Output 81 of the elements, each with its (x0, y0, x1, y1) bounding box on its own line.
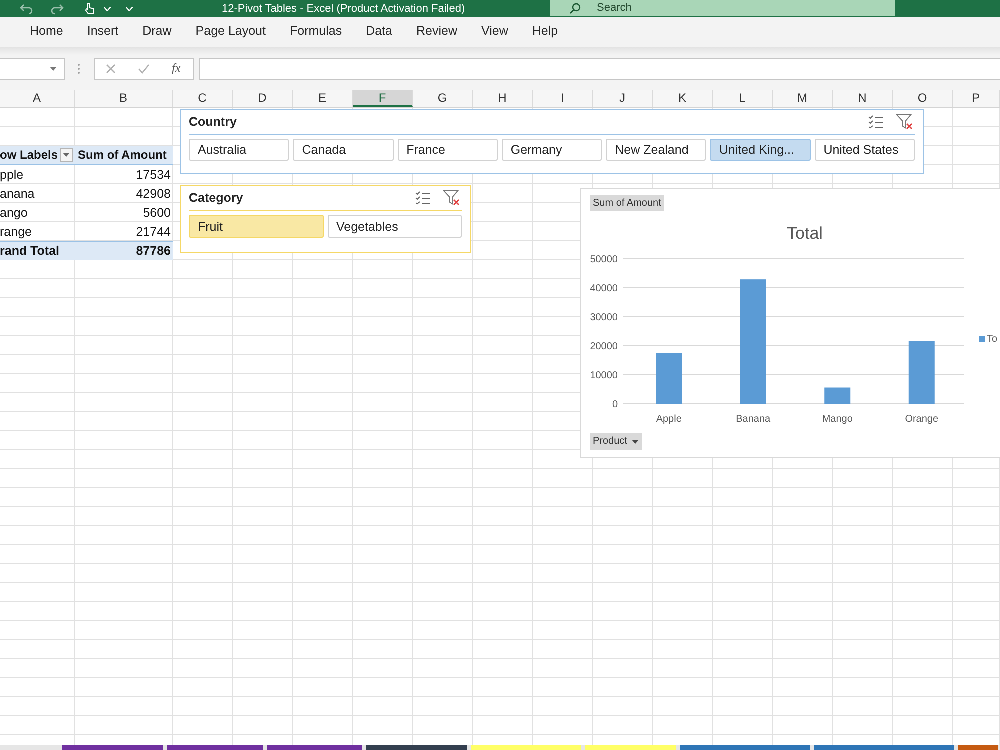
row-label: range (0, 224, 33, 238)
filter-clear-icon[interactable] (896, 114, 913, 130)
column-header[interactable]: J (593, 90, 653, 107)
column-header: Sum of Amount (77, 148, 168, 162)
chart-title: Total (787, 224, 823, 243)
table-cell-text: 42908 (135, 186, 172, 200)
ribbon-tab[interactable]: View (469, 20, 520, 44)
redo-icon[interactable] (50, 2, 64, 14)
checklist-icon[interactable] (868, 115, 884, 129)
ribbon-tab[interactable]: Home (18, 20, 76, 44)
slicer-item[interactable]: United States (814, 139, 915, 161)
column-header[interactable]: C (173, 90, 233, 107)
column-header[interactable]: M (773, 90, 833, 107)
legend-label: To (987, 334, 998, 345)
caret-icon (63, 153, 70, 157)
check-icon[interactable] (138, 64, 150, 74)
column-header[interactable]: P (953, 90, 1000, 107)
column-header[interactable]: F (353, 90, 413, 107)
column-header[interactable]: L (713, 90, 773, 107)
filter-clear-icon[interactable] (443, 190, 460, 206)
row-label: pple (0, 168, 25, 182)
row-label: rand Total (0, 244, 60, 258)
column-header[interactable]: N (833, 90, 893, 107)
column-header[interactable]: B (75, 90, 173, 107)
axis-field-button[interactable]: Product (590, 433, 642, 450)
cancel-icon[interactable] (106, 64, 116, 74)
ribbon-tab[interactable]: Formulas (278, 20, 354, 44)
checklist-icon[interactable] (415, 191, 431, 205)
column-header: ow Labels (0, 148, 58, 162)
ribbon-tab[interactable]: Help (520, 20, 570, 44)
slicer-item[interactable]: Australia (189, 139, 290, 161)
table-cell-text: 17534 (135, 168, 172, 182)
slicer-item[interactable]: United King... (710, 139, 811, 161)
caret-icon[interactable] (126, 6, 133, 10)
insert-function-button[interactable]: fx (172, 61, 181, 76)
column-header[interactable]: D (233, 90, 293, 107)
column-header[interactable]: O (893, 90, 953, 107)
axis-label: Banana (736, 414, 771, 425)
caret-icon[interactable] (50, 66, 57, 70)
column-header[interactable]: K (653, 90, 713, 107)
axis-label: 20000 (590, 342, 618, 352)
slicer-item[interactable]: Canada (293, 139, 394, 161)
slicer-title: Category (189, 191, 244, 205)
ribbon-tab[interactable]: Page Layout (184, 20, 278, 44)
search-field[interactable]: Search (550, 0, 895, 16)
table-cell-text: 21744 (135, 224, 172, 238)
column-header[interactable]: I (533, 90, 593, 107)
row-label: anana (0, 186, 36, 200)
axis-label: 0 (612, 400, 618, 410)
slicer-item[interactable]: Vegetables (328, 215, 462, 238)
column-header[interactable]: G (413, 90, 473, 107)
slicer-item[interactable]: Germany (502, 139, 602, 161)
axis-label: Orange (905, 414, 939, 425)
ribbon-tab[interactable]: Draw (130, 20, 184, 44)
ribbon-tab[interactable]: Insert (75, 20, 131, 44)
hand-pointer-icon[interactable] (85, 2, 95, 14)
slicer-item[interactable]: New Zealand (606, 139, 706, 161)
axis-label: Mango (822, 414, 853, 425)
undo-icon[interactable] (20, 2, 34, 14)
formula-field[interactable] (199, 58, 1000, 80)
axis-label: 50000 (590, 254, 618, 266)
slicer-item[interactable]: France (398, 139, 498, 161)
table-cell-text: 5600 (142, 206, 172, 220)
axis-label: 10000 (590, 370, 618, 382)
caret-icon[interactable] (104, 6, 111, 10)
axis-label: 30000 (590, 312, 618, 324)
window-title: 12-Pivot Tables - Excel (Product Activation Failed) (221, 2, 466, 14)
slicer-title: Country (189, 115, 237, 129)
ribbon-tab[interactable]: Data (354, 20, 404, 44)
row-label: ango (0, 206, 29, 220)
column-header[interactable]: H (473, 90, 533, 107)
axis-label: 40000 (590, 284, 618, 294)
value-field-button[interactable]: Sum of Amount (590, 195, 664, 211)
table-cell-text: 87786 (135, 244, 172, 258)
ribbon-tab[interactable]: Review (404, 20, 470, 44)
search-icon (570, 3, 581, 14)
filter-dropdown-button[interactable] (60, 148, 73, 162)
axis-label: Apple (656, 414, 682, 425)
caret-icon (632, 440, 640, 444)
column-header[interactable]: A (0, 90, 75, 107)
slicer-item[interactable]: Fruit (189, 215, 324, 238)
